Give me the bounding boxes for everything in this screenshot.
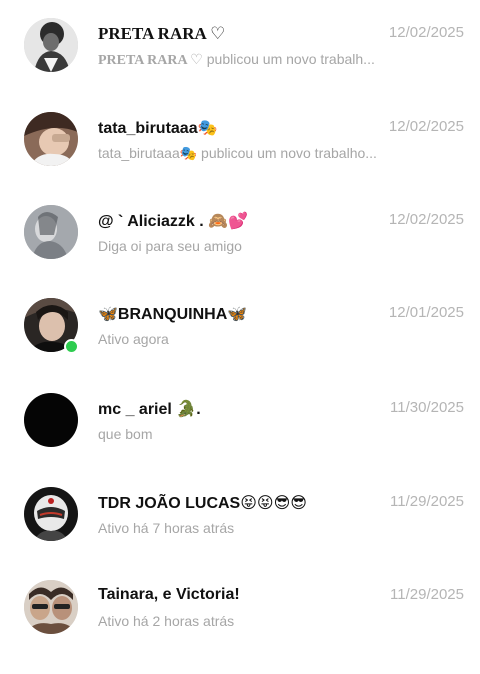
- avatar[interactable]: [24, 205, 78, 259]
- message-date: 12/02/2025: [388, 24, 464, 41]
- conversation-row[interactable]: mc _ ariel 🐊. que bom 11/30/2025: [0, 393, 480, 487]
- last-message: tata_birutaaa🎭 publicou um novo trabalho…: [98, 145, 377, 161]
- message-date: 12/02/2025: [388, 211, 464, 228]
- contact-name: mc _ ariel 🐊.: [98, 401, 201, 418]
- last-message: Diga oi para seu amigo: [98, 238, 242, 254]
- avatar[interactable]: [24, 18, 78, 72]
- contact-name: TDR JOÃO LUCAS😝😝😎😎: [98, 495, 307, 512]
- last-message: Ativo agora: [98, 331, 169, 347]
- contact-name: tata_birutaaa🎭: [98, 120, 218, 137]
- contact-name: 🦋BRANQUINHA🦋: [98, 306, 248, 323]
- contact-name: @ ` Aliciazzk . 🙈💕: [98, 213, 248, 230]
- avatar[interactable]: [24, 393, 78, 447]
- avatar[interactable]: [24, 580, 78, 634]
- message-date: 12/01/2025: [388, 304, 464, 321]
- conversation-row[interactable]: PRETA RARA ♡ PRETA RARA ♡ publicou um no…: [0, 18, 480, 112]
- message-date: 12/02/2025: [388, 118, 464, 135]
- contact-name: PRETA RARA ♡: [98, 24, 226, 43]
- conversation-list: PRETA RARA ♡ PRETA RARA ♡ publicou um no…: [0, 0, 480, 640]
- message-date: 11/29/2025: [390, 586, 464, 603]
- contact-name: Tainara, e Victoria!: [98, 586, 240, 603]
- message-date: 11/29/2025: [390, 493, 464, 510]
- last-message: Ativo há 2 horas atrás: [98, 613, 235, 629]
- last-message: PRETA RARA ♡ publicou um novo trabalh...: [98, 51, 375, 69]
- conversation-row[interactable]: 🦋BRANQUINHA🦋 Ativo agora 12/01/2025: [0, 298, 480, 392]
- last-message: que bom: [98, 426, 153, 442]
- message-date: 11/30/2025: [390, 399, 464, 416]
- avatar[interactable]: [24, 112, 78, 166]
- conversation-row[interactable]: @ ` Aliciazzk . 🙈💕 Diga oi para seu amig…: [0, 205, 480, 299]
- message-author: PRETA RARA ♡: [98, 53, 203, 68]
- last-message: Ativo há 7 horas atrás: [98, 520, 235, 536]
- conversation-row[interactable]: Tainara, e Victoria! Ativo há 2 horas at…: [0, 580, 480, 674]
- conversation-row[interactable]: tata_birutaaa🎭 tata_birutaaa🎭 publicou u…: [0, 112, 480, 206]
- message-text: publicou um novo trabalh...: [206, 51, 375, 67]
- online-indicator: [64, 339, 79, 354]
- avatar[interactable]: [24, 487, 78, 541]
- conversation-row[interactable]: TDR JOÃO LUCAS😝😝😎😎 Ativo há 7 horas atrá…: [0, 487, 480, 581]
